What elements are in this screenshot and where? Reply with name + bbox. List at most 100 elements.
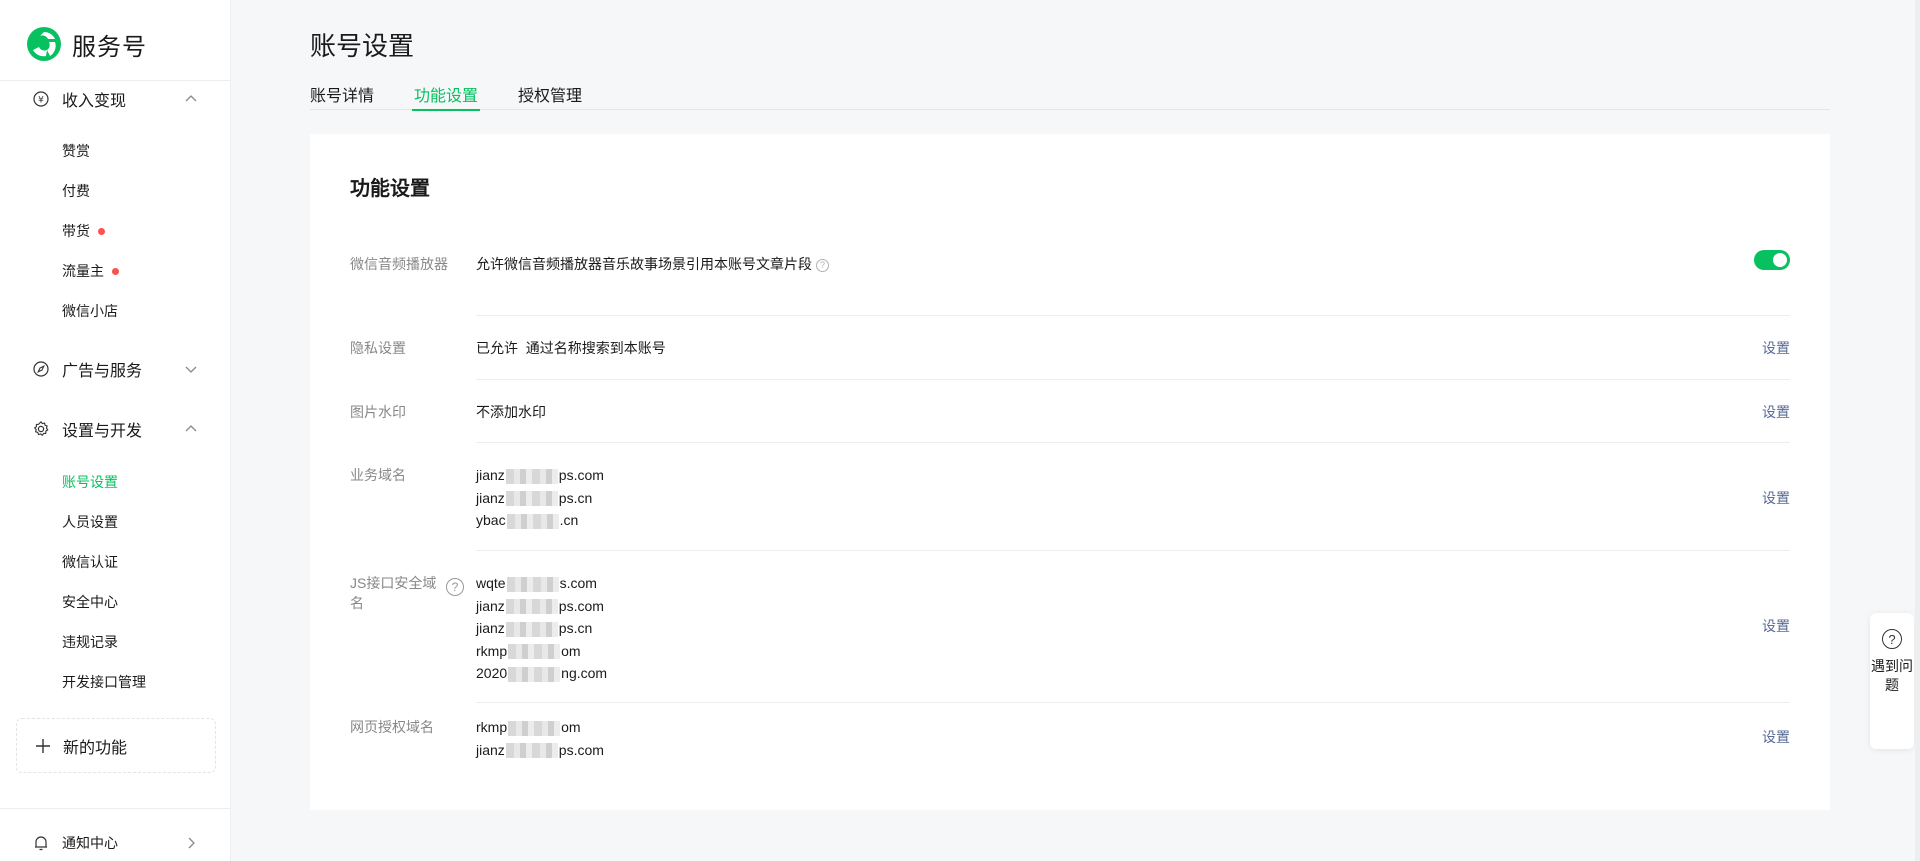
redacted-mask — [505, 599, 558, 615]
domain-item: jianz ps.com — [476, 595, 607, 618]
business-domain-settings-link[interactable]: 设置 — [1762, 488, 1790, 508]
js-domain-settings-link[interactable]: 设置 — [1762, 616, 1790, 636]
domain-prefix: wqte — [476, 575, 506, 591]
toggle-knob — [1773, 253, 1787, 267]
sidebar-item-label: 账号设置 — [62, 474, 118, 490]
domain-suffix: ps.cn — [558, 620, 593, 636]
domain-prefix: jianz — [476, 620, 505, 636]
sidebar: 服务号 ¥ 收入变现 赞赏 付费 带货 流量主 微信小店 广告与服务 设置与开发… — [0, 0, 231, 861]
redacted-mask — [505, 743, 558, 759]
nav-group-income[interactable]: ¥ 收入变现 — [0, 84, 231, 114]
redacted-mask — [508, 720, 561, 736]
brand[interactable]: 服务号 — [26, 26, 147, 62]
tab-account-details[interactable]: 账号详情 — [310, 82, 374, 110]
setting-row-watermark: 图片水印 不添加水印 设置 — [350, 380, 1790, 443]
domain-item: 2020 ng.com — [476, 662, 607, 685]
sidebar-item-violation-records[interactable]: 违规记录 — [62, 631, 118, 653]
domain-suffix: om — [561, 719, 581, 735]
question-icon[interactable]: ? — [446, 578, 464, 596]
domain-item: ybac .cn — [476, 509, 604, 532]
yen-icon: ¥ — [32, 90, 50, 108]
domain-item: jianz ps.com — [476, 739, 604, 762]
domain-suffix: ps.com — [558, 597, 604, 614]
redacted-mask — [508, 644, 561, 660]
notification-center[interactable]: 通知中心 — [0, 830, 231, 856]
privacy-settings-link[interactable]: 设置 — [1762, 338, 1790, 358]
domain-item: jianz ps.com — [476, 464, 604, 487]
sidebar-item-account-settings[interactable]: 账号设置 — [62, 471, 118, 493]
sidebar-item-dev-api[interactable]: 开发接口管理 — [62, 671, 146, 693]
watermark-settings-link[interactable]: 设置 — [1762, 402, 1790, 422]
chevron-up-icon — [185, 95, 197, 102]
tab-bar: 账号详情 功能设置 授权管理 — [310, 82, 1830, 111]
sidebar-item-wechat-shop[interactable]: 微信小店 — [62, 300, 118, 322]
redacted-mask — [505, 491, 558, 507]
nav-group-label: 设置与开发 — [62, 423, 143, 440]
domain-suffix: ps.com — [558, 467, 604, 483]
divider — [0, 808, 231, 809]
sidebar-item-security-center[interactable]: 安全中心 — [62, 591, 118, 613]
nav-group-ads[interactable]: 广告与服务 — [0, 354, 231, 384]
domain-suffix: ps.com — [558, 741, 604, 758]
domain-list: wqte s.com jianz ps.com jianz ps.cn rkmp om … — [476, 572, 607, 685]
setting-label: 微信音频播放器 — [350, 256, 448, 272]
scrollbar[interactable] — [1915, 0, 1920, 861]
sidebar-item-label: 安全中心 — [62, 594, 118, 610]
setting-row-business-domain: 业务域名 jianz ps.com jianz ps.cn ybac .cn 设置 — [350, 443, 1790, 551]
sidebar-item-label: 微信小店 — [62, 303, 118, 319]
help-label: 遇到问题 — [1871, 658, 1913, 693]
domain-prefix: rkmp — [476, 719, 508, 735]
redacted-mask — [505, 468, 558, 484]
sidebar-item-reward[interactable]: 赞赏 — [62, 140, 90, 162]
feature-settings-card: 功能设置 微信音频播放器 允许微信音频播放器音乐故事场景引用本账号文章片段? 隐… — [310, 134, 1830, 810]
sidebar-item-label: 付费 — [62, 183, 90, 199]
nav-group-label: 收入变现 — [62, 93, 127, 110]
sidebar-item-label: 人员设置 — [62, 514, 118, 530]
sidebar-item-staff-settings[interactable]: 人员设置 — [62, 511, 118, 533]
domain-prefix: jianz — [476, 467, 505, 483]
setting-label: 网页授权域名 — [350, 719, 434, 735]
domain-suffix: ps.cn — [558, 489, 593, 506]
sidebar-item-paid[interactable]: 付费 — [62, 180, 90, 202]
page-title: 账号设置 — [310, 31, 415, 61]
domain-item: rkmp om — [476, 640, 607, 663]
wechat-service-logo — [27, 27, 61, 61]
setting-label: 隐私设置 — [350, 340, 406, 356]
domain-prefix: jianz — [476, 489, 505, 506]
domain-prefix: ybac — [476, 512, 506, 528]
domain-suffix: ng.com — [561, 665, 608, 681]
red-dot-badge — [98, 227, 105, 235]
setting-row-js-domain: JS接口安全域名 ? wqte s.com jianz ps.com jianz ps… — [350, 551, 1790, 703]
tab-authorization[interactable]: 授权管理 — [518, 82, 582, 110]
redacted-mask — [506, 576, 559, 592]
domain-prefix: jianz — [476, 597, 505, 614]
question-icon[interactable]: ? — [816, 258, 829, 272]
nav-group-settings[interactable]: 设置与开发 — [0, 414, 231, 444]
setting-label: 业务域名 — [350, 467, 406, 483]
question-circle-icon: ? — [1882, 629, 1902, 649]
chevron-up-icon — [185, 425, 197, 432]
domain-suffix: om — [561, 642, 581, 659]
sidebar-item-goods[interactable]: 带货 — [62, 220, 105, 242]
setting-label: JS接口安全域名 — [350, 575, 437, 611]
audio-player-toggle[interactable] — [1754, 250, 1790, 270]
domain-suffix: s.com — [559, 575, 597, 591]
domain-prefix: jianz — [476, 741, 505, 758]
tab-feature-settings[interactable]: 功能设置 — [411, 82, 481, 111]
setting-value: 已允许 通过名称搜索到本账号 — [476, 340, 666, 356]
notification-label: 通知中心 — [62, 835, 118, 851]
plus-icon — [36, 738, 50, 753]
oauth-domain-settings-link[interactable]: 设置 — [1762, 727, 1790, 747]
new-feature-button[interactable]: 新的功能 — [16, 718, 216, 773]
svg-text:¥: ¥ — [38, 96, 44, 106]
redacted-mask — [506, 513, 559, 529]
sidebar-item-label: 带货 — [62, 223, 90, 239]
sidebar-item-label: 违规记录 — [62, 634, 118, 650]
help-button[interactable]: ? 遇到问题 — [1870, 613, 1914, 749]
sidebar-item-label: 微信认证 — [62, 554, 118, 570]
domain-prefix: rkmp — [476, 642, 508, 659]
red-dot-badge — [112, 267, 119, 275]
sidebar-item-label: 开发接口管理 — [62, 674, 146, 690]
sidebar-item-wechat-verify[interactable]: 微信认证 — [62, 551, 118, 573]
sidebar-item-traffic-owner[interactable]: 流量主 — [62, 260, 119, 282]
